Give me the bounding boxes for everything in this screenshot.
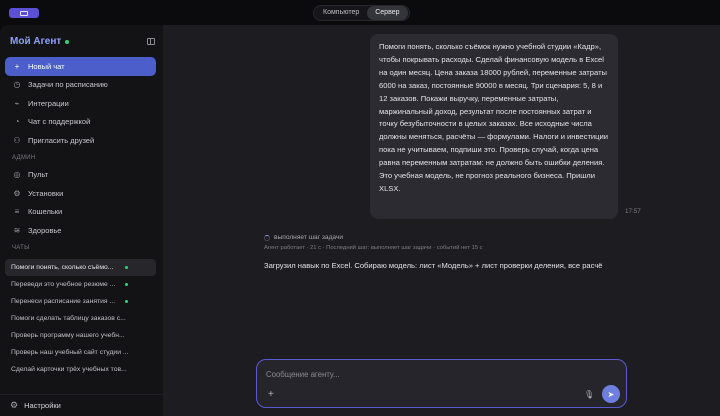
sidebar-item-scheduled[interactable]: ◷ Задачи по расписанию bbox=[5, 76, 156, 95]
sidebar-item-health[interactable]: ≋ Здоровье bbox=[5, 221, 156, 240]
collapse-sidebar-icon[interactable] bbox=[147, 38, 155, 45]
send-button[interactable]: ➤ bbox=[602, 385, 620, 403]
support-icon: ◔ bbox=[14, 117, 20, 127]
chat-active-dot bbox=[125, 300, 128, 303]
wallet-icon: ≡ bbox=[14, 207, 20, 217]
tab-computer[interactable]: Компьютер bbox=[315, 6, 367, 20]
attach-plus-icon[interactable]: + bbox=[268, 389, 274, 400]
chat-item[interactable]: Помоги понять, сколько съёмо... bbox=[5, 259, 156, 276]
chat-item[interactable]: Перенеси расписание занятия ... bbox=[5, 293, 156, 310]
sidebar-item-label: Пульт bbox=[28, 170, 49, 180]
sidebar-item-label: Кошельки bbox=[28, 207, 63, 217]
window-icon[interactable] bbox=[9, 8, 39, 18]
microphone-icon[interactable]: 🎙︎ bbox=[584, 390, 594, 399]
chat-item-label: Перенеси расписание занятия ... bbox=[11, 298, 116, 305]
sidebar-item-integrations[interactable]: ⌁ Интеграции bbox=[5, 94, 156, 113]
chat-item-label: Проверь программу нашего учебн... bbox=[11, 332, 125, 339]
sidebar-item-label: Пригласить друзей bbox=[28, 135, 95, 145]
plug-icon: ⌁ bbox=[14, 98, 20, 108]
clock-icon: ◷ bbox=[13, 80, 21, 90]
sidebar-item-setup[interactable]: ⚙ Установки bbox=[5, 184, 156, 203]
sidebar-item-label: Задачи по расписанию bbox=[28, 80, 108, 90]
gear-icon: ⚙ bbox=[10, 400, 19, 410]
agent-message: Загрузил навык по Excel. Собираю модель:… bbox=[264, 261, 603, 270]
sidebar-item-invite[interactable]: ⚇ Пригласить друзей bbox=[5, 131, 156, 150]
chat-active-dot bbox=[125, 283, 128, 286]
send-icon: ➤ bbox=[607, 389, 615, 399]
chat-item[interactable]: Переведи это учебное резюме ... bbox=[5, 276, 156, 293]
chat-item[interactable]: Сделай карточки трёх учебных тов... bbox=[5, 361, 156, 378]
new-chat-button[interactable]: + Новый чат bbox=[5, 57, 156, 76]
sidebar: Мой Агент + Новый чат ◷ Задачи по распис… bbox=[0, 25, 163, 416]
chat-item[interactable]: Проверь наш учебный сайт студии ... bbox=[5, 344, 156, 361]
chats-section-title: ЧАТЫ bbox=[12, 244, 30, 251]
agent-status: выполняет шаг задачи bbox=[264, 234, 343, 241]
chat-main: Помоги понять, сколько съёмок нужно учеб… bbox=[163, 25, 720, 416]
sidebar-item-label: Здоровье bbox=[28, 225, 62, 235]
invite-icon: ⚇ bbox=[13, 135, 21, 145]
sidebar-nav: + Новый чат ◷ Задачи по расписанию ⌁ Инт… bbox=[5, 57, 156, 256]
settings-button[interactable]: ⚙ Настройки bbox=[0, 394, 163, 416]
sidebar-item-label: Установки bbox=[28, 188, 64, 198]
sidebar-item-label: Интеграции bbox=[28, 98, 69, 108]
chat-active-dot bbox=[125, 266, 128, 269]
user-message: Помоги понять, сколько съёмок нужно учеб… bbox=[370, 34, 618, 219]
agent-status-details: Агент работает · 21 с · Последний шаг: в… bbox=[264, 245, 483, 251]
chat-item-label: Проверь наш учебный сайт студии ... bbox=[11, 349, 129, 356]
message-composer: + 🎙︎ ➤ bbox=[256, 359, 627, 408]
chat-item-label: Помоги понять, сколько съёмо... bbox=[11, 264, 114, 271]
admin-section-title: АДМИН bbox=[12, 154, 36, 161]
chat-item[interactable]: Проверь программу нашего учебн... bbox=[5, 327, 156, 344]
chat-item[interactable]: Помоги сделать таблицу заказов с... bbox=[5, 310, 156, 327]
new-chat-label: Новый чат bbox=[28, 61, 65, 71]
sidebar-item-wallets[interactable]: ≡ Кошельки bbox=[5, 203, 156, 222]
agent-status-label: выполняет шаг задачи bbox=[274, 234, 344, 241]
settings-sliders-icon: ⚙ bbox=[13, 188, 21, 198]
brand[interactable]: Мой Агент bbox=[10, 36, 70, 47]
message-timestamp: 17:57 bbox=[625, 208, 641, 215]
chat-item-label: Сделай карточки трёх учебных тов... bbox=[11, 366, 127, 373]
settings-label: Настройки bbox=[24, 401, 61, 410]
spinner-icon bbox=[264, 234, 270, 241]
chat-item-label: Переведи это учебное резюме ... bbox=[11, 281, 116, 288]
health-icon: ≋ bbox=[13, 225, 21, 235]
dashboard-icon: ◎ bbox=[13, 170, 21, 180]
sidebar-item-label: Чат с поддержкой bbox=[28, 117, 91, 127]
plus-icon: + bbox=[14, 61, 20, 71]
top-bar: Компьютер Сервер bbox=[0, 0, 720, 25]
tab-server[interactable]: Сервер bbox=[367, 6, 408, 20]
brand-name: Мой Агент bbox=[10, 36, 62, 47]
sidebar-item-dashboard[interactable]: ◎ Пульт bbox=[5, 166, 156, 185]
online-status-dot bbox=[65, 39, 70, 44]
message-input[interactable] bbox=[266, 367, 596, 381]
mode-toggle: Компьютер Сервер bbox=[313, 5, 410, 21]
chat-item-label: Помоги сделать таблицу заказов с... bbox=[11, 315, 126, 322]
chat-list: Помоги понять, сколько съёмо... Переведи… bbox=[5, 259, 156, 378]
sidebar-item-support[interactable]: ◔ Чат с поддержкой bbox=[5, 113, 156, 132]
